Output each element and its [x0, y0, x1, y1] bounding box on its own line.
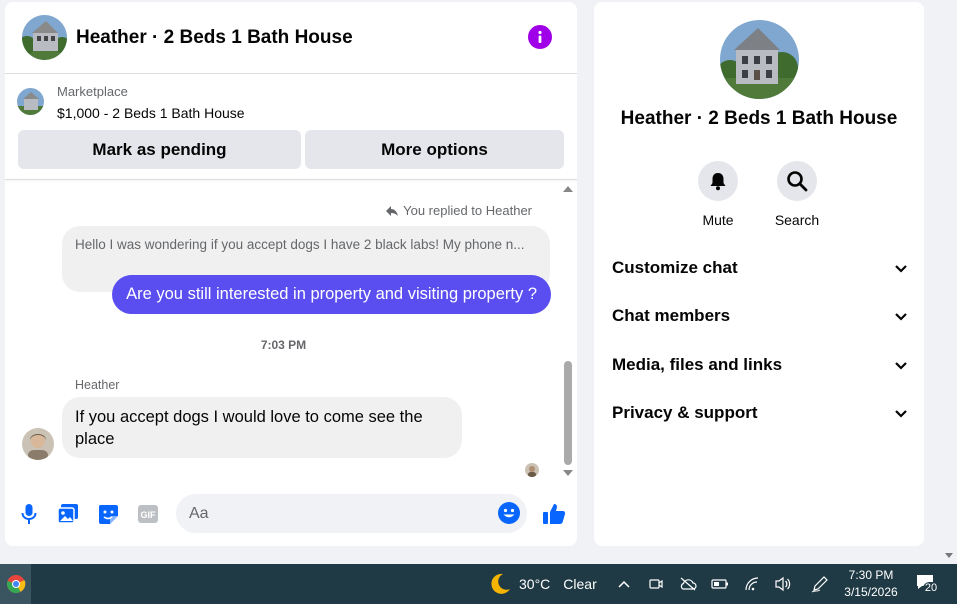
- scroll-thumb[interactable]: [564, 361, 572, 465]
- thread-scrollbar[interactable]: [562, 184, 574, 480]
- mute-button[interactable]: Mute: [683, 161, 753, 228]
- notification-center[interactable]: 20: [916, 574, 940, 595]
- search-label: Search: [774, 212, 820, 228]
- info-icon: [538, 30, 542, 43]
- clock-time: 7:30 PM: [848, 568, 894, 582]
- clock-date: 3/15/2026: [844, 585, 898, 599]
- details-avatar[interactable]: [720, 20, 799, 99]
- like-icon[interactable]: [541, 501, 567, 527]
- photo-icon[interactable]: [56, 502, 80, 526]
- page-scroll-down-arrow[interactable]: [945, 553, 953, 558]
- weather-widget[interactable]: 30°C Clear: [488, 572, 597, 596]
- message-thread: You replied to Heather Hello I was wonde…: [5, 182, 577, 482]
- sticker-icon[interactable]: [96, 502, 120, 526]
- marketplace-label: Marketplace: [57, 84, 128, 99]
- sender-avatar[interactable]: [22, 428, 54, 460]
- sender-name: Heather: [75, 378, 120, 392]
- section-privacy-support[interactable]: Privacy & support: [612, 398, 908, 428]
- chevron-down-icon: [895, 409, 907, 418]
- chat-title[interactable]: Heather · 2 Beds 1 Bath House: [76, 27, 353, 49]
- section-media-files-links[interactable]: Media, files and links: [612, 350, 908, 380]
- section-customize-chat[interactable]: Customize chat: [612, 253, 908, 283]
- chrome-taskbar-icon[interactable]: [0, 564, 31, 604]
- section-label: Media, files and links: [612, 355, 783, 374]
- seen-indicator-avatar: [525, 463, 539, 477]
- listing-thumbnail: [17, 88, 44, 115]
- microphone-icon[interactable]: [17, 502, 41, 526]
- chat-avatar[interactable]: [22, 15, 67, 60]
- chevron-down-icon: [895, 312, 907, 321]
- incoming-message[interactable]: If you accept dogs I would love to come …: [62, 397, 462, 458]
- info-button[interactable]: [528, 25, 552, 49]
- pen-icon[interactable]: [811, 575, 829, 593]
- details-title: Heather · 2 Beds 1 Bath House: [620, 108, 898, 129]
- notification-count: 20: [923, 582, 939, 595]
- outgoing-message[interactable]: Are you still interested in property and…: [112, 275, 551, 314]
- volume-icon[interactable]: [774, 575, 792, 593]
- svg-text:GIF: GIF: [141, 510, 157, 520]
- mark-pending-button[interactable]: Mark as pending: [18, 130, 301, 169]
- section-label: Chat members: [612, 306, 731, 325]
- emoji-icon[interactable]: [497, 501, 521, 525]
- mute-label: Mute: [702, 212, 734, 228]
- replied-note-text: You replied to Heather: [403, 203, 532, 218]
- weather-condition: Clear: [563, 576, 597, 592]
- chevron-up-icon[interactable]: [615, 575, 633, 593]
- clock[interactable]: 7:30 PM 3/15/2026: [843, 567, 899, 601]
- listing-actions: Mark as pending More options: [5, 130, 577, 169]
- gif-icon[interactable]: GIF: [136, 502, 160, 526]
- scroll-down-arrow[interactable]: [563, 470, 573, 476]
- battery-icon[interactable]: [711, 575, 729, 593]
- message-timestamp: 7:03 PM: [260, 338, 307, 352]
- taskbar: 30°C Clear 7:30 PM 3/15/2026 20: [0, 564, 957, 604]
- divider: [5, 179, 577, 180]
- section-label: Privacy & support: [612, 403, 758, 422]
- replied-note: You replied to Heather: [385, 203, 532, 218]
- listing-price-title: $1,000 - 2 Beds 1 Bath House: [57, 105, 245, 121]
- wifi-icon[interactable]: [743, 575, 761, 593]
- search-icon: [787, 171, 808, 192]
- chat-header: Heather · 2 Beds 1 Bath House: [5, 2, 577, 74]
- message-input[interactable]: [176, 494, 527, 533]
- composer: GIF: [5, 491, 577, 535]
- section-label: Customize chat: [612, 258, 738, 277]
- marketplace-listing[interactable]: Marketplace $1,000 - 2 Beds 1 Bath House: [5, 74, 577, 130]
- details-panel: Heather · 2 Beds 1 Bath House Mute Searc…: [594, 2, 924, 546]
- search-button[interactable]: Search: [762, 161, 832, 228]
- moon-icon: [491, 573, 510, 594]
- page-scrollbar[interactable]: [941, 0, 957, 564]
- chevron-down-icon: [895, 264, 907, 273]
- chat-panel: Heather · 2 Beds 1 Bath House Marketplac…: [5, 2, 577, 546]
- bell-icon: [710, 173, 726, 191]
- meet-now-icon[interactable]: [647, 575, 665, 593]
- section-chat-members[interactable]: Chat members: [612, 301, 908, 331]
- scroll-up-arrow[interactable]: [563, 186, 573, 192]
- temperature: 30°C: [519, 576, 551, 592]
- more-options-button[interactable]: More options: [305, 130, 564, 169]
- cloud-off-icon[interactable]: [679, 575, 697, 593]
- reply-icon: [386, 205, 399, 216]
- chevron-down-icon: [895, 361, 907, 370]
